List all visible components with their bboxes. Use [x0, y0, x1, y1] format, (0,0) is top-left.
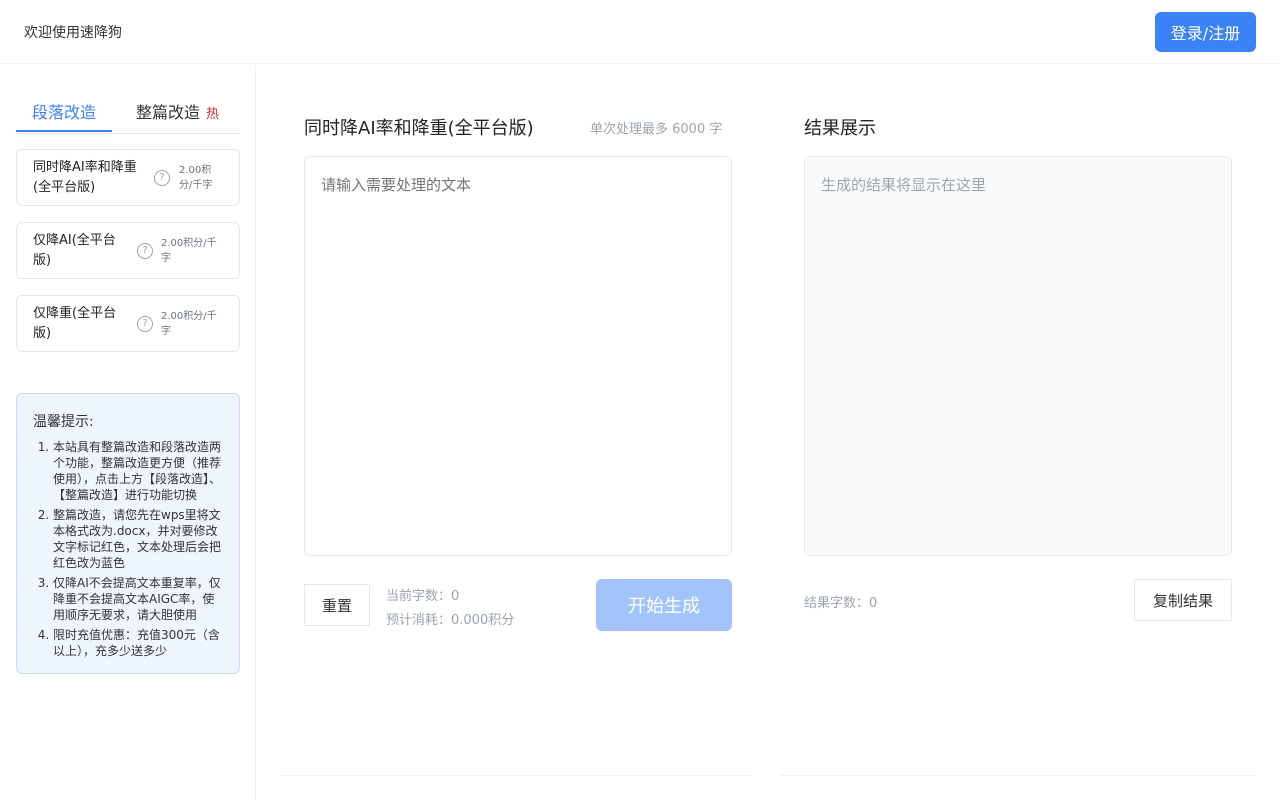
price-text: 2.00积 分/千字: [179, 165, 213, 191]
generate-button[interactable]: 开始生成: [596, 579, 732, 631]
result-output: 生成的结果将显示在这里: [804, 156, 1232, 556]
divider: [780, 775, 1256, 776]
mode-card-ai-and-dedup[interactable]: 同时降AI率和降重 (全平台版) ? 2.00积 分/千字: [16, 149, 240, 206]
help-icon[interactable]: ?: [137, 316, 153, 332]
tip-item: 限时充值优惠：充值300元（含以上），充多少送多少: [53, 627, 223, 659]
help-icon[interactable]: ?: [137, 243, 153, 259]
tip-item: 本站具有整篇改造和段落改造两个功能，整篇改造更方便（推荐使用），点击上方【段落改…: [53, 439, 223, 503]
current-char-count: 当前字数：0: [386, 589, 460, 604]
tab-full-text[interactable]: 整篇改造热: [136, 99, 219, 135]
result-title: 结果展示: [804, 118, 876, 139]
estimated-cost: 预计消耗：0.000积分: [386, 613, 515, 628]
price-text: 2.00积分/千 字: [161, 311, 217, 337]
tips-list: 本站具有整篇改造和段落改造两个功能，整篇改造更方便（推荐使用），点击上方【段落改…: [33, 439, 223, 659]
char-limit-text: 单次处理最多 6000 字: [590, 122, 723, 137]
mode-name: 同时降AI率和降重 (全平台版): [33, 160, 137, 195]
text-input[interactable]: [304, 156, 732, 556]
editor-title: 同时降AI率和降重(全平台版): [304, 118, 534, 139]
tip-item: 整篇改造，请您先在wps里将文本格式改为.docx，并对要修改文字标记红色，文本…: [53, 507, 223, 571]
hot-badge: 热: [206, 107, 220, 122]
mode-name: 仅降AI(全平台 版): [33, 233, 116, 268]
login-register-button[interactable]: 登录/注册: [1155, 12, 1256, 52]
tab-full-text-label: 整篇改造: [136, 103, 201, 122]
copy-result-button[interactable]: 复制结果: [1134, 579, 1232, 621]
top-bar: 欢迎使用速降狗 登录/注册: [0, 0, 1280, 64]
result-char-count: 结果字数：0: [804, 596, 878, 611]
sidebar: 段落改造 整篇改造热 同时降AI率和降重 (全平台版) ? 2.00积 分/千字…: [0, 65, 256, 800]
mode-name: 仅降重(全平台 版): [33, 306, 117, 341]
reset-button[interactable]: 重置: [304, 584, 370, 626]
tips-title: 温馨提示:: [33, 414, 94, 430]
tab-paragraph-label: 段落改造: [32, 103, 97, 122]
mode-tabs: 段落改造 整篇改造热: [16, 97, 240, 134]
tip-item: 仅降AI不会提高文本重复率，仅降重不会提高文本AIGC率，使用顺序无要求，请大胆…: [53, 575, 223, 623]
mode-card-ai-only[interactable]: 仅降AI(全平台 版) ? 2.00积分/千 字: [16, 222, 240, 279]
welcome-text: 欢迎使用速降狗: [24, 25, 122, 41]
help-icon[interactable]: ?: [154, 170, 170, 186]
active-tab-indicator: [16, 130, 112, 132]
price-text: 2.00积分/千 字: [161, 238, 217, 264]
result-placeholder: 生成的结果将显示在这里: [821, 176, 987, 194]
mode-card-dedup-only[interactable]: 仅降重(全平台 版) ? 2.00积分/千 字: [16, 295, 240, 352]
tips-panel: 温馨提示: 本站具有整篇改造和段落改造两个功能，整篇改造更方便（推荐使用），点击…: [16, 393, 240, 674]
divider: [280, 775, 752, 776]
